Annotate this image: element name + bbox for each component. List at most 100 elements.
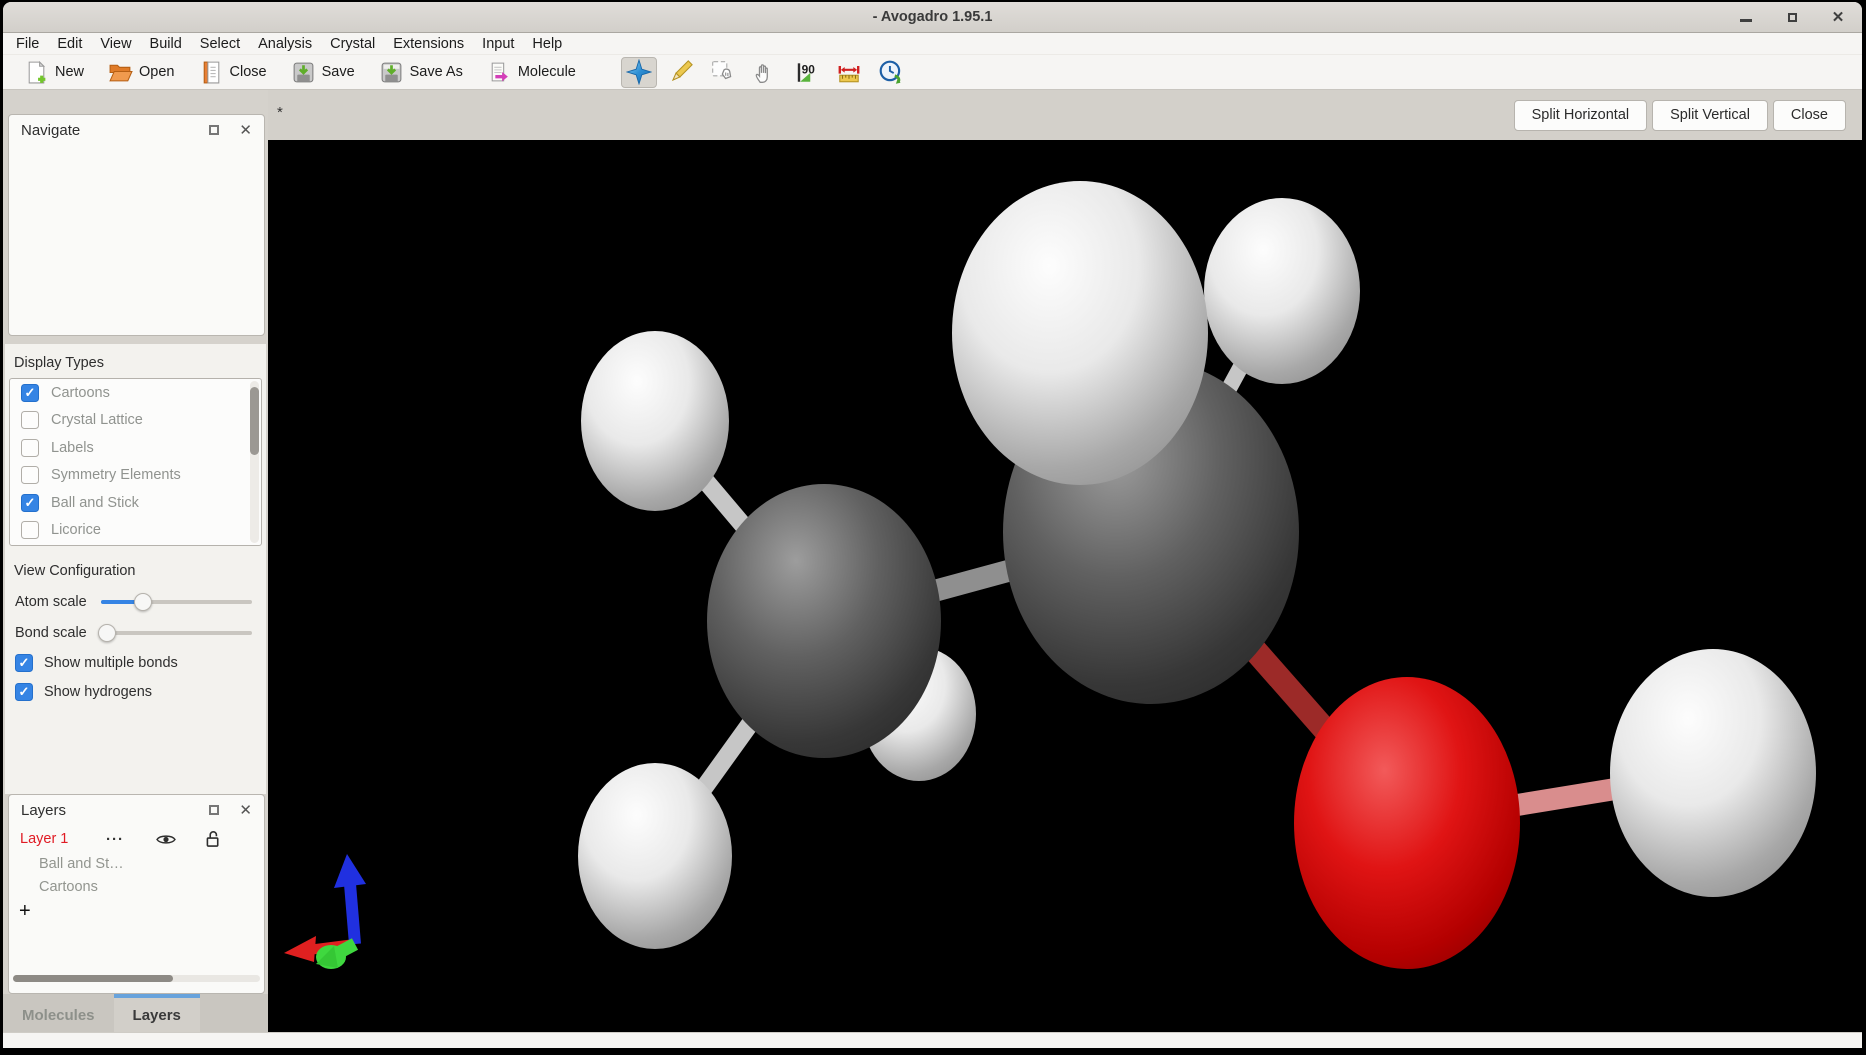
- bond-angle-90-icon: [794, 59, 820, 85]
- molecule-button[interactable]: Molecule: [480, 58, 583, 87]
- display-type-checkbox[interactable]: [21, 439, 39, 457]
- display-type-ball-and-stick[interactable]: Ball and Stick: [10, 489, 261, 517]
- display-types-title: Display Types: [5, 344, 266, 378]
- animation-tool-icon: [878, 59, 904, 85]
- slider-thumb[interactable]: [134, 593, 152, 611]
- atom-H: [581, 331, 729, 511]
- slider-label: Atom scale: [15, 594, 101, 610]
- menu-file[interactable]: File: [7, 33, 48, 55]
- atom-C: [707, 484, 941, 758]
- display-type-licorice[interactable]: Licorice: [10, 517, 261, 545]
- save-as-icon: [379, 60, 404, 85]
- float-panel-icon[interactable]: [209, 805, 219, 815]
- animation-tool-button[interactable]: [873, 57, 909, 88]
- display-type-label: Labels: [51, 440, 94, 456]
- slider[interactable]: [101, 586, 256, 617]
- navigate-tool-button[interactable]: [621, 57, 657, 88]
- minimize-icon: [1740, 19, 1752, 22]
- atom-O: [1294, 677, 1520, 969]
- show-hydrogens-option[interactable]: Show hydrogens: [5, 677, 266, 706]
- display-type-checkbox[interactable]: [21, 494, 39, 512]
- modified-view-tab[interactable]: *: [268, 104, 283, 127]
- close-panel-icon[interactable]: ✕: [239, 123, 252, 138]
- display-type-crystal-lattice[interactable]: Crystal Lattice: [10, 407, 261, 435]
- display-type-checkbox[interactable]: [21, 466, 39, 484]
- new-document-icon: [24, 60, 49, 85]
- close-button[interactable]: Close: [192, 58, 274, 87]
- display-type-symmetry-elements[interactable]: Symmetry Elements: [10, 462, 261, 490]
- save-button[interactable]: Save: [284, 58, 362, 87]
- open-folder-icon: [108, 60, 133, 85]
- measure-tool-button[interactable]: [831, 57, 867, 88]
- toolbar-button-label: Molecule: [518, 64, 576, 80]
- menu-help[interactable]: Help: [523, 33, 571, 55]
- bond-scale-slider-row: Bond scale: [5, 617, 266, 648]
- maximize-button[interactable]: [1784, 10, 1800, 26]
- option-checkbox[interactable]: [15, 683, 33, 701]
- menu-edit[interactable]: Edit: [48, 33, 91, 55]
- menu-crystal[interactable]: Crystal: [321, 33, 384, 55]
- molecule-render: [268, 140, 1862, 1032]
- layer-item-cartoons[interactable]: Cartoons: [9, 876, 264, 899]
- close-icon: ✕: [1832, 10, 1845, 25]
- window-controls: ✕: [1738, 2, 1846, 33]
- menu-bar: FileEditViewBuildSelectAnalysisCrystalEx…: [3, 33, 1862, 55]
- lock-open-icon[interactable]: [206, 830, 221, 848]
- show-multiple-bonds-option[interactable]: Show multiple bonds: [5, 648, 266, 677]
- float-panel-icon[interactable]: [209, 125, 219, 135]
- open-button[interactable]: Open: [101, 58, 181, 87]
- add-layer-button[interactable]: +: [9, 899, 39, 921]
- minimize-button[interactable]: [1738, 10, 1754, 26]
- display-type-checkbox[interactable]: [21, 411, 39, 429]
- layer-menu-icon[interactable]: ···: [106, 831, 124, 848]
- display-type-checkbox[interactable]: [21, 521, 39, 539]
- split-button-group: Split HorizontalSplit VerticalClose: [1514, 100, 1846, 131]
- toolbar-button-label: Open: [139, 64, 174, 80]
- selection-tool-button[interactable]: [705, 57, 741, 88]
- scrollbar-thumb[interactable]: [13, 975, 173, 982]
- bond-centric-tool-button[interactable]: [789, 57, 825, 88]
- close-window-button[interactable]: ✕: [1830, 10, 1846, 26]
- layers-panel: Layers ✕ Layer 1 ··· Ball and St…Cartoon…: [8, 794, 265, 994]
- draw-tool-button[interactable]: [663, 57, 699, 88]
- toolbar-button-label: Close: [230, 64, 267, 80]
- visibility-eye-icon[interactable]: [156, 833, 176, 846]
- display-type-cartoons[interactable]: Cartoons: [10, 379, 261, 407]
- main-toolbar: New Open Close Save Save As Molecule: [3, 55, 1862, 90]
- display-settings-section: Display Types Cartoons Crystal Lattice L…: [5, 344, 266, 794]
- slider-thumb[interactable]: [98, 624, 116, 642]
- measure-tool-icon: [836, 59, 862, 85]
- menu-extensions[interactable]: Extensions: [384, 33, 473, 55]
- atom-H: [952, 181, 1208, 485]
- toolbar-button-label: New: [55, 64, 84, 80]
- menu-input[interactable]: Input: [473, 33, 523, 55]
- option-checkbox[interactable]: [15, 654, 33, 672]
- save-as-button[interactable]: Save As: [372, 58, 470, 87]
- menu-view[interactable]: View: [91, 33, 140, 55]
- manipulate-tool-icon: [752, 59, 778, 85]
- display-type-checkbox[interactable]: [21, 384, 39, 402]
- toolbar-button-label: Save As: [410, 64, 463, 80]
- manipulate-tool-button[interactable]: [747, 57, 783, 88]
- gl-viewport-canvas[interactable]: [268, 140, 1862, 1032]
- save-icon: [291, 60, 316, 85]
- menu-select[interactable]: Select: [191, 33, 249, 55]
- close-button[interactable]: Close: [1773, 100, 1846, 131]
- split-vertical-button[interactable]: Split Vertical: [1652, 100, 1768, 131]
- layer-item-ball-and-st[interactable]: Ball and St…: [9, 853, 264, 876]
- avogadro-window: - Avogadro 1.95.1 ✕ FileEditViewBuildSel…: [3, 2, 1862, 1048]
- display-type-labels[interactable]: Labels: [10, 434, 261, 462]
- split-horizontal-button[interactable]: Split Horizontal: [1514, 100, 1648, 131]
- tab-layers[interactable]: Layers: [114, 994, 200, 1032]
- display-type-label: Ball and Stick: [51, 495, 139, 511]
- layer-name[interactable]: Layer 1: [20, 831, 92, 847]
- scrollbar-thumb[interactable]: [250, 387, 259, 455]
- menu-build[interactable]: Build: [141, 33, 191, 55]
- menu-analysis[interactable]: Analysis: [249, 33, 321, 55]
- slider[interactable]: [101, 617, 256, 648]
- new-button[interactable]: New: [17, 58, 91, 87]
- tab-molecules[interactable]: Molecules: [3, 994, 114, 1032]
- layer-row[interactable]: Layer 1 ···: [9, 825, 264, 853]
- title-bar: - Avogadro 1.95.1 ✕: [3, 2, 1862, 33]
- close-panel-icon[interactable]: ✕: [239, 803, 252, 818]
